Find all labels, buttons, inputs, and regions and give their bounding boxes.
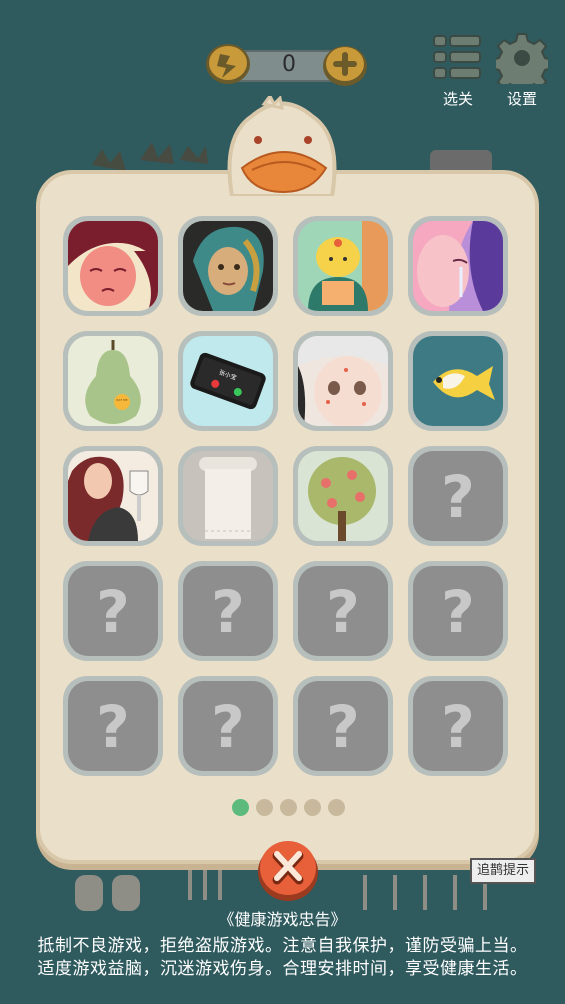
- phone-call-card[interactable]: 张小宝: [178, 331, 278, 431]
- plus-icon: [323, 46, 367, 86]
- settings-button[interactable]: 设置: [491, 32, 553, 108]
- acne-girl-card[interactable]: [293, 331, 393, 431]
- level-select-button[interactable]: 选关: [432, 32, 484, 108]
- hint-button[interactable]: 追鹊提示: [470, 858, 536, 884]
- health-notice-line-2: 适度游戏益脑，沉迷游戏伤身。合理安排时间，享受健康生活。: [37, 959, 528, 979]
- bun-character-image: [298, 221, 388, 311]
- page-dot-1[interactable]: [232, 799, 249, 816]
- close-icon: [258, 841, 318, 901]
- locked-card[interactable]: ?: [63, 676, 163, 776]
- locked-card[interactable]: ?: [408, 446, 508, 546]
- locked-card[interactable]: ?: [178, 561, 278, 661]
- crying-girl-image: [413, 221, 503, 311]
- health-notice-line-1: 抵制不良游戏，拒绝盗版游戏。注意自我保护，谨防受骗上当。: [37, 936, 528, 956]
- level-select-label: 选关: [442, 90, 473, 108]
- page-dot-3[interactable]: [280, 799, 297, 816]
- locked-card[interactable]: ?: [293, 676, 393, 776]
- question-mark-icon: ?: [441, 578, 475, 646]
- page-dot-2[interactable]: [256, 799, 273, 816]
- locked-card[interactable]: ?: [63, 561, 163, 661]
- health-notice-title: 《健康游戏忠告》: [218, 910, 347, 929]
- question-mark-icon: ?: [326, 578, 360, 646]
- question-mark-icon: ?: [96, 578, 130, 646]
- fish-image: [413, 336, 503, 426]
- lightning-icon: [206, 44, 250, 84]
- acne-girl-image: [298, 336, 388, 426]
- sad-girl-card[interactable]: [63, 216, 163, 316]
- duck-mascot-icon: [227, 96, 337, 196]
- fish-card[interactable]: [408, 331, 508, 431]
- locked-card[interactable]: ?: [408, 561, 508, 661]
- wine-girl-image: [68, 451, 158, 541]
- question-mark-icon: ?: [211, 578, 245, 646]
- question-mark-icon: ?: [326, 693, 360, 761]
- pear-image: [68, 336, 158, 426]
- crying-girl-card[interactable]: [408, 216, 508, 316]
- page-dot-4[interactable]: [304, 799, 321, 816]
- phone-call-image: [183, 336, 273, 426]
- wine-girl-card[interactable]: [63, 446, 163, 546]
- bun-character-card[interactable]: [293, 216, 393, 316]
- add-energy-button[interactable]: [322, 44, 368, 86]
- pear-tag: EAT ME: [116, 398, 128, 402]
- page-indicator: [232, 799, 345, 817]
- question-mark-icon: ?: [441, 463, 475, 531]
- apple-tree-card[interactable]: [293, 446, 393, 546]
- list-icon: [433, 35, 481, 79]
- paper-roll-card[interactable]: [178, 446, 278, 546]
- close-button[interactable]: [257, 836, 319, 902]
- settings-label: 设置: [506, 90, 537, 108]
- question-mark-icon: ?: [441, 693, 475, 761]
- locked-card[interactable]: ?: [293, 561, 393, 661]
- locked-card[interactable]: ?: [408, 676, 508, 776]
- locked-card[interactable]: ?: [178, 676, 278, 776]
- gear-icon: [491, 33, 553, 95]
- pearl-earring-image: [183, 221, 273, 311]
- question-mark-icon: ?: [96, 693, 130, 761]
- pearl-earring-portrait-card[interactable]: [178, 216, 278, 316]
- paper-roll-image: [183, 451, 273, 541]
- pear-card[interactable]: EAT ME: [63, 331, 163, 431]
- page-dot-5[interactable]: [328, 799, 345, 816]
- sad-girl-image: [68, 221, 158, 311]
- apple-tree-image: [298, 451, 388, 541]
- question-mark-icon: ?: [211, 693, 245, 761]
